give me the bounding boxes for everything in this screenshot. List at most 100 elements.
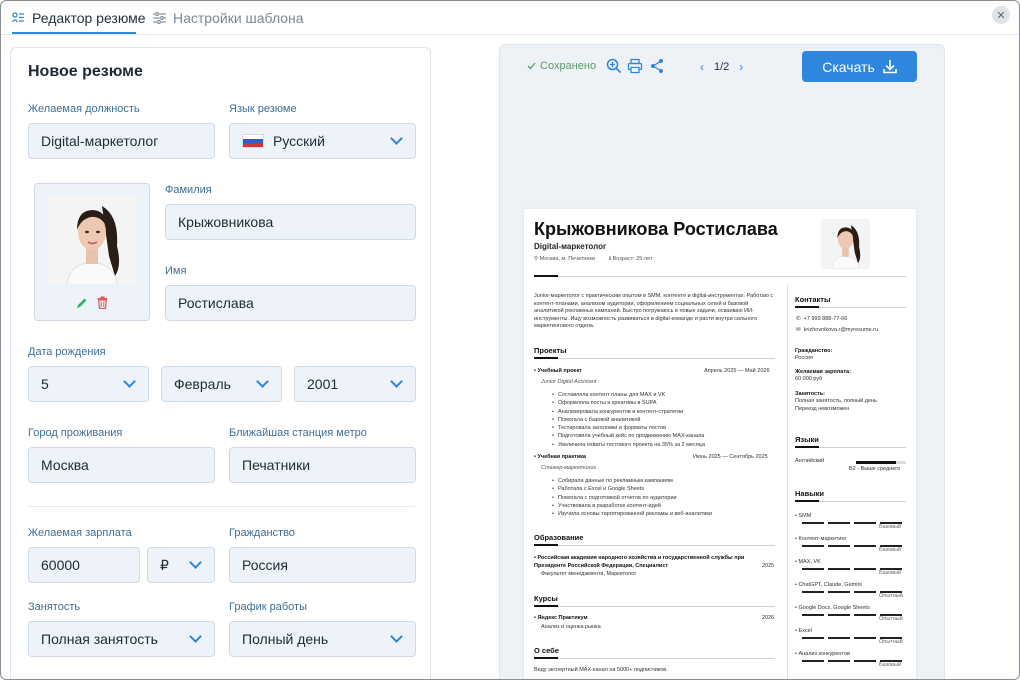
employment-label: Занятость bbox=[28, 601, 81, 613]
zoom-in-icon[interactable] bbox=[606, 58, 622, 74]
project-name: • Учебный проект bbox=[534, 368, 582, 374]
language-label: Язык резюме bbox=[229, 103, 297, 115]
citizenship-input[interactable]: Россия bbox=[229, 547, 416, 583]
project-dates: Июнь 2025 — Сентябрь 2025 bbox=[693, 454, 768, 460]
surname-label: Фамилия bbox=[165, 184, 212, 196]
language-level-bar bbox=[856, 461, 906, 464]
list-item: Увеличила охваты тестового проекта на 35… bbox=[552, 441, 705, 449]
project-role: Junior Digital Assistant bbox=[541, 379, 597, 385]
resume-name: Крыжовникова Ростислава bbox=[534, 219, 778, 239]
language-select[interactable]: Русский bbox=[229, 123, 416, 159]
skills-heading: Навыки bbox=[795, 489, 824, 498]
project-items: Собирала данные по рекламным кампаниям Р… bbox=[552, 477, 712, 518]
surname-input[interactable]: Крыжовникова bbox=[165, 204, 416, 240]
skill-level: Базовый bbox=[879, 662, 902, 668]
language-level: B2 - Выше среднего bbox=[849, 466, 901, 472]
projects-heading: Проекты bbox=[534, 346, 567, 355]
skill-name: • Google Docs, Google Sheets bbox=[795, 605, 870, 611]
page-indicator: 1/2 bbox=[714, 61, 730, 73]
list-item: Оформляла посты и креативы в SUPA bbox=[552, 399, 705, 407]
page-navigator: ‹ 1/2 › bbox=[700, 60, 743, 74]
language-name: Английский bbox=[795, 458, 825, 464]
course-name: • Яндекс Практикум bbox=[534, 615, 588, 621]
course-desc: Анализ и оценка рынка bbox=[541, 624, 601, 630]
birth-month-select[interactable]: Февраль bbox=[161, 366, 282, 402]
project-dates: Апрель 2025 — Май 2026 bbox=[704, 368, 770, 374]
chevron-down-icon bbox=[189, 630, 202, 643]
currency-select[interactable]: ₽ bbox=[147, 547, 215, 583]
education-school: • Российская академия народного хозяйств… bbox=[534, 555, 745, 569]
check-icon bbox=[527, 62, 536, 70]
close-button[interactable]: ✕ bbox=[992, 6, 1010, 24]
schedule-select[interactable]: Полный день bbox=[229, 621, 416, 657]
project-items: Составляла контент планы для MAX и VK Оф… bbox=[552, 391, 705, 449]
list-item: Помогала с базовой аналитикой bbox=[552, 416, 705, 424]
resume-meta: ⚲ Москва, м. Печатники ℹ Возраст: 25 лет bbox=[534, 256, 653, 262]
tab-template-settings[interactable]: Настройки шаблона bbox=[153, 10, 304, 26]
resume-title: Digital-маркетолог bbox=[534, 242, 607, 251]
skill-level: Базовый bbox=[879, 570, 902, 576]
header-rule bbox=[534, 276, 906, 277]
education-faculty: Факультет менеджмента, Маркетолог bbox=[541, 571, 637, 577]
delete-trash-icon[interactable] bbox=[97, 296, 108, 309]
tab-bar: Редактор резюме Настройки шаблона ✕ bbox=[1, 1, 1019, 35]
position-label: Желаемая должность bbox=[28, 103, 140, 115]
next-page-chevron-icon[interactable]: › bbox=[739, 60, 743, 74]
employment-select[interactable]: Полная занятость bbox=[28, 621, 215, 657]
citizenship-label: Гражданство bbox=[229, 527, 295, 539]
section-divider bbox=[28, 506, 415, 507]
tab-label: Редактор резюме bbox=[32, 10, 146, 26]
city-label: Город проживания bbox=[28, 427, 123, 439]
name-label: Имя bbox=[165, 265, 187, 277]
skill-name: • MAX, VK bbox=[795, 559, 821, 565]
phone-icon: ✆ bbox=[796, 316, 801, 322]
project-role: Стажер-маркетолог bbox=[541, 465, 597, 471]
skill-name: • SMM bbox=[795, 513, 812, 519]
list-item: Составляла контент планы для MAX и VK bbox=[552, 391, 705, 399]
name-input[interactable]: Ростислава bbox=[165, 285, 416, 321]
list-item: Изучила основы таргетированной рекламы и… bbox=[552, 510, 712, 518]
contact-phone: ✆ +7 999 888-77-66 bbox=[796, 316, 848, 322]
contact-email: ✉ krizhovnikova.r@myresume.ru bbox=[796, 327, 879, 333]
salary-label: Желаемая зарплата bbox=[28, 527, 132, 539]
edit-pencil-icon[interactable] bbox=[76, 297, 88, 309]
birth-day-select[interactable]: 5 bbox=[28, 366, 149, 402]
russia-flag-icon bbox=[242, 134, 264, 148]
project-name: • Учебная практика bbox=[534, 454, 586, 460]
resume-preview: Сохранено ‹ 1/2 › Скачать Крыжовникова Р… bbox=[499, 44, 945, 679]
courses-heading: Курсы bbox=[534, 594, 558, 603]
languages-heading: Языки bbox=[795, 435, 819, 444]
resume-page: Крыжовникова Ростислава Digital-маркетол… bbox=[524, 209, 916, 679]
list-item: Анализировала конкурентов и контент-стра… bbox=[552, 408, 705, 416]
skill-level: Базовый bbox=[879, 524, 902, 530]
prev-page-chevron-icon[interactable]: ‹ bbox=[700, 60, 704, 74]
list-item: Подготовила учебный кейс по продвижению … bbox=[552, 432, 705, 440]
skill-name: • Excel bbox=[795, 628, 812, 634]
city-input[interactable]: Москва bbox=[28, 447, 215, 483]
skill-name: • Контент-маркетинг bbox=[795, 536, 847, 542]
share-icon[interactable] bbox=[649, 58, 665, 74]
position-input[interactable]: Digital-маркетолог bbox=[28, 123, 215, 159]
skill-level: Базовый bbox=[879, 547, 902, 553]
metro-input[interactable]: Печатники bbox=[229, 447, 416, 483]
about-text: Веду экспертный MAX-канал на 5000+ подпи… bbox=[534, 667, 668, 673]
list-item: Работала с Excel и Google Sheets bbox=[552, 485, 712, 493]
salary-input[interactable]: 60000 bbox=[28, 547, 140, 583]
active-tab-indicator bbox=[12, 32, 136, 34]
profile-photo bbox=[47, 196, 137, 285]
chevron-down-icon bbox=[256, 375, 269, 388]
skill-name: • ChatGPT, Claude, Gemini bbox=[795, 582, 862, 588]
schedule-label: График работы bbox=[229, 601, 307, 613]
photo-upload[interactable] bbox=[34, 183, 150, 321]
metro-label: Ближайшая станция метро bbox=[229, 427, 367, 439]
download-button[interactable]: Скачать bbox=[802, 51, 917, 82]
birth-year-select[interactable]: 2001 bbox=[294, 366, 416, 402]
close-icon: ✕ bbox=[996, 9, 1006, 22]
column-divider bbox=[787, 285, 788, 679]
print-icon[interactable] bbox=[627, 58, 643, 74]
list-item: Участвовала в разработке контент-идей bbox=[552, 502, 712, 510]
tab-resume-editor[interactable]: Редактор резюме bbox=[12, 10, 146, 26]
resume-form: Новое резюме Желаемая должность Digital-… bbox=[10, 47, 431, 679]
education-heading: Образование bbox=[534, 533, 584, 542]
app-window: Редактор резюме Настройки шаблона ✕ Ново… bbox=[0, 0, 1020, 680]
